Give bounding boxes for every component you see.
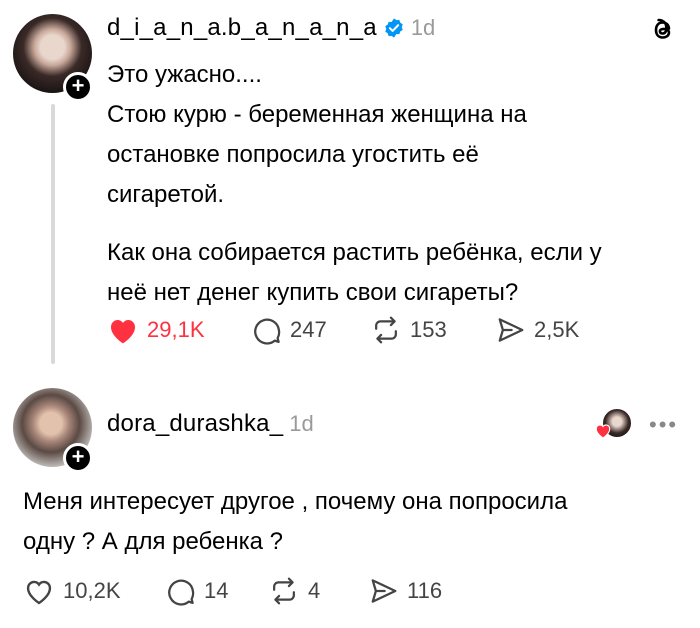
send-icon bbox=[498, 318, 524, 342]
share-button[interactable]: 2,5K bbox=[496, 315, 579, 345]
like-count: 29,1K bbox=[147, 317, 205, 342]
thread-line bbox=[51, 104, 55, 364]
reply-username[interactable]: dora_durashka_ bbox=[107, 410, 283, 438]
post-text-line: Стою курю - беременная женщина на bbox=[107, 101, 527, 128]
like-button[interactable]: 29,1K bbox=[107, 315, 205, 345]
post-header: d_i_a_n_a.b_a_n_a_n_a 1d bbox=[107, 14, 435, 42]
share-count: 2,5K bbox=[534, 317, 580, 342]
comment-bubble-icon bbox=[168, 579, 195, 606]
comment-bubble-icon bbox=[254, 318, 281, 345]
post-text-line: Как она собирается растить ребёнка, если… bbox=[107, 239, 602, 266]
liked-by-author-indicator bbox=[594, 407, 633, 443]
post-text: Это ужасно.... Стою курю - беременная же… bbox=[107, 55, 602, 313]
reply-share-button[interactable]: 116 bbox=[369, 576, 442, 606]
reply-text-line: одну ? А для ребенка ? bbox=[23, 528, 284, 555]
post-text-line: Это ужасно.... bbox=[107, 61, 262, 88]
heart-filled-icon bbox=[595, 424, 611, 439]
post-text-line: сигаретой. bbox=[107, 181, 225, 208]
reply-text-line: Меня интересует другое , почему она попр… bbox=[23, 488, 568, 515]
repost-button[interactable]: 153 bbox=[370, 315, 447, 345]
reply-like-count: 10,2K bbox=[63, 578, 121, 603]
reply-repost-count: 4 bbox=[308, 578, 321, 603]
repost-icon bbox=[375, 316, 397, 344]
comment-count: 247 bbox=[290, 317, 327, 342]
threads-logo-icon[interactable] bbox=[648, 15, 678, 45]
post-timestamp: 1d bbox=[410, 15, 436, 40]
more-options-icon[interactable]: ••• bbox=[649, 412, 678, 438]
follow-plus-icon[interactable]: + bbox=[63, 72, 93, 102]
comment-button[interactable]: 247 bbox=[252, 315, 327, 345]
reply-text: Меня интересует другое , почему она попр… bbox=[23, 482, 567, 562]
follow-plus-icon[interactable]: + bbox=[63, 443, 93, 473]
heart-outline-icon bbox=[26, 580, 52, 605]
post-text-line: неё нет денег купить свои сигареты? bbox=[107, 279, 519, 306]
reply-like-button[interactable]: 10,2K bbox=[23, 576, 121, 606]
reply-comment-count: 14 bbox=[204, 578, 229, 603]
reply-repost-button[interactable]: 4 bbox=[268, 576, 320, 606]
heart-filled-icon bbox=[111, 320, 135, 344]
reply-timestamp: 1d bbox=[289, 411, 314, 436]
repost-count: 153 bbox=[410, 317, 447, 342]
send-icon bbox=[371, 579, 397, 603]
reply-comment-button[interactable]: 14 bbox=[166, 576, 228, 606]
reply-share-count: 116 bbox=[407, 578, 443, 603]
repost-icon bbox=[273, 577, 295, 605]
reply-header: dora_durashka_ 1d bbox=[107, 410, 314, 438]
post-username[interactable]: d_i_a_n_a.b_a_n_a_n_a bbox=[107, 14, 377, 42]
post-text-line: остановке попросила угостить её bbox=[107, 141, 479, 168]
verified-badge-icon bbox=[385, 18, 403, 38]
